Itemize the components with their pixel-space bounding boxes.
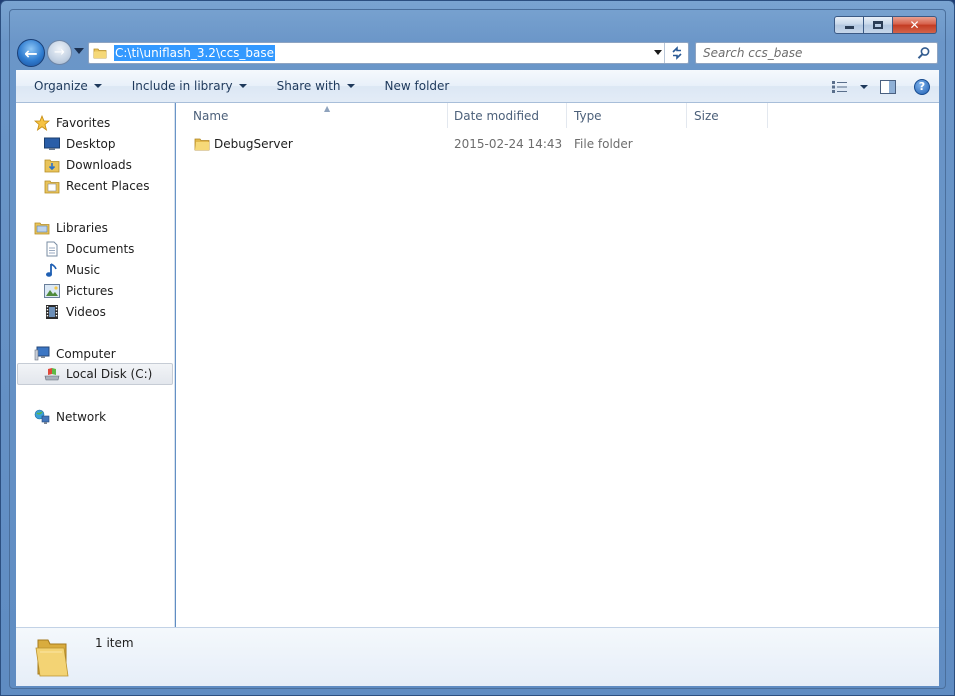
refresh-icon: [671, 46, 682, 60]
folder-icon: [93, 48, 107, 59]
back-button[interactable]: ←: [17, 39, 45, 67]
column-header-date-modified[interactable]: Date modified: [447, 103, 567, 128]
downloads-icon: [44, 157, 60, 173]
music-icon: [44, 262, 60, 278]
column-header-size[interactable]: Size: [687, 103, 768, 128]
sidebar-item-music[interactable]: Music: [44, 260, 100, 280]
address-history-dropdown[interactable]: [654, 50, 662, 55]
sidebar-item-label: Downloads: [66, 158, 132, 172]
sidebar-item-desktop[interactable]: Desktop: [44, 134, 116, 154]
pictures-icon: [44, 283, 60, 299]
maximize-icon: [873, 21, 883, 29]
sidebar-item-label: Videos: [66, 305, 106, 319]
sidebar-item-libraries[interactable]: Libraries: [34, 218, 108, 238]
network-icon: [34, 409, 50, 425]
sidebar-item-favorites[interactable]: Favorites: [34, 113, 110, 133]
caption-buttons: ✕: [834, 16, 937, 34]
sidebar-item-network[interactable]: Network: [34, 407, 106, 427]
forward-arrow-icon: →: [54, 45, 65, 60]
search-input[interactable]: [703, 46, 913, 60]
navigation-buttons: ← →: [17, 39, 87, 67]
computer-icon: [34, 346, 50, 362]
organize-button[interactable]: Organize: [25, 74, 111, 98]
sidebar-item-downloads[interactable]: Downloads: [44, 155, 132, 175]
star-icon: [34, 115, 50, 131]
sidebar-item-documents[interactable]: Documents: [44, 239, 134, 259]
column-header-label: Date modified: [454, 108, 540, 123]
desktop-icon: [44, 136, 60, 152]
details-pane: 1 item: [16, 627, 939, 686]
change-view-button[interactable]: [829, 75, 871, 99]
view-controls: ?: [829, 70, 939, 103]
sidebar-item-label: Music: [66, 263, 101, 277]
sidebar-item-label: Computer: [56, 347, 116, 361]
sidebar-item-pictures[interactable]: Pictures: [44, 281, 114, 301]
column-header-label: Size: [694, 108, 719, 123]
maximize-button[interactable]: [864, 16, 893, 34]
videos-icon: [44, 304, 60, 320]
column-header-label: Type: [574, 108, 602, 123]
address-path[interactable]: C:\ti\uniflash_3.2\ccs_base: [114, 45, 276, 61]
close-icon: ✕: [909, 18, 920, 32]
sidebar-item-computer[interactable]: Computer: [34, 344, 116, 364]
search-box[interactable]: [695, 42, 938, 64]
sidebar-item-label: Local Disk (C:): [66, 367, 153, 381]
share-with-button[interactable]: Share with: [268, 74, 364, 98]
minimize-button[interactable]: [834, 16, 864, 34]
close-button[interactable]: ✕: [893, 16, 937, 34]
sidebar-item-label: Network: [56, 410, 107, 424]
back-arrow-icon: ←: [24, 43, 38, 63]
column-header-type[interactable]: Type: [567, 103, 687, 128]
new-folder-button[interactable]: New folder: [376, 74, 459, 98]
recent-pages-dropdown[interactable]: [74, 48, 84, 54]
folder-icon: [194, 138, 210, 151]
sidebar-item-label: Recent Places: [66, 179, 150, 193]
recent-places-icon: [44, 178, 60, 194]
navigation-pane: Favorites Desktop Downloads Recent Place…: [16, 103, 175, 627]
item-count: 1 item: [95, 636, 134, 650]
help-icon: ?: [914, 78, 930, 95]
folder-icon: [35, 639, 69, 677]
sidebar-item-local-disk[interactable]: Local Disk (C:): [17, 363, 173, 385]
table-row[interactable]: DebugServer 2015-02-24 14:43 File folder: [190, 135, 790, 155]
chevron-down-icon: [346, 84, 355, 88]
include-in-library-button[interactable]: Include in library: [123, 74, 256, 98]
sort-ascending-icon: ▲: [324, 104, 331, 113]
details-view-icon: [832, 80, 847, 93]
sidebar-item-label: Documents: [66, 242, 135, 256]
sidebar-item-label: Desktop: [66, 137, 116, 151]
sidebar-item-label: Pictures: [66, 284, 114, 298]
preview-pane-icon: [880, 79, 896, 94]
help-button[interactable]: ?: [905, 75, 939, 99]
organize-label: Organize: [34, 79, 88, 93]
documents-icon: [44, 241, 60, 257]
sidebar-item-label: Favorites: [56, 116, 111, 130]
libraries-icon: [34, 220, 50, 236]
file-list: Name ▲ Date modified Type Size DebugServ…: [176, 103, 939, 627]
chevron-down-icon[interactable]: [860, 84, 868, 89]
command-bar: Organize Include in library Share with N…: [16, 70, 939, 103]
file-date-modified: 2015-02-24 14:43: [454, 137, 563, 151]
include-in-library-label: Include in library: [131, 79, 233, 93]
address-bar[interactable]: C:\ti\uniflash_3.2\ccs_base: [88, 42, 689, 64]
share-with-label: Share with: [276, 79, 341, 93]
chevron-down-icon: [238, 84, 247, 88]
column-header-label: Name: [193, 108, 229, 123]
sidebar-item-videos[interactable]: Videos: [44, 302, 106, 322]
sidebar-item-recent-places[interactable]: Recent Places: [44, 176, 149, 196]
refresh-button[interactable]: [664, 43, 688, 63]
preview-pane-button[interactable]: [871, 75, 905, 99]
sidebar-item-label: Libraries: [56, 221, 108, 235]
search-icon[interactable]: [917, 46, 931, 60]
minimize-icon: [844, 26, 854, 29]
chevron-down-icon: [93, 84, 102, 88]
new-folder-label: New folder: [384, 79, 450, 93]
local-disk-icon: [44, 366, 60, 382]
column-header-name[interactable]: Name ▲: [186, 103, 448, 128]
forward-button[interactable]: →: [47, 40, 72, 65]
file-type: File folder: [574, 137, 633, 151]
file-name[interactable]: DebugServer: [214, 137, 293, 151]
